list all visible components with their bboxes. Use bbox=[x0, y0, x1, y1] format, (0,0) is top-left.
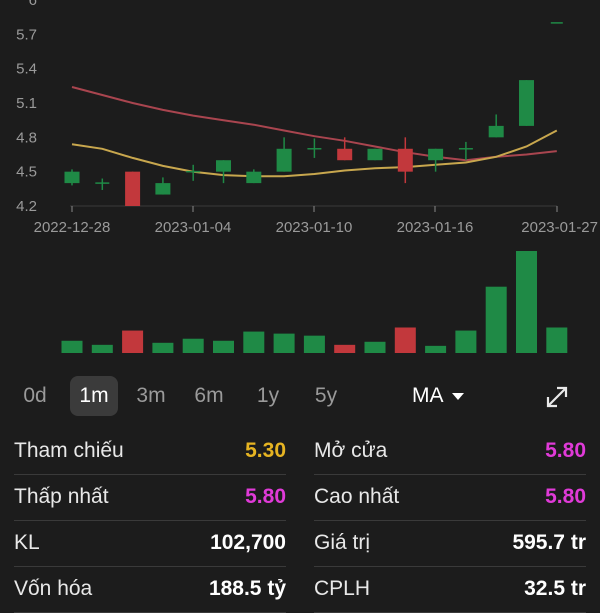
volume-bar bbox=[152, 342, 174, 353]
candle-body bbox=[428, 148, 444, 161]
range-tab-1m[interactable]: 1m bbox=[70, 376, 118, 416]
stat-value: 5.80 bbox=[545, 485, 586, 508]
candle-body bbox=[519, 80, 534, 126]
stats-row: Tham chiếu 5.30 Mở cửa 5.80 bbox=[0, 428, 600, 475]
stat-high-price: Cao nhất 5.80 bbox=[314, 474, 586, 521]
candle-body bbox=[125, 171, 141, 206]
volume-bar bbox=[425, 345, 447, 353]
y-tick-label: 4.5 bbox=[16, 164, 37, 181]
candle-body bbox=[246, 171, 262, 184]
range-tab-5y[interactable]: 5y bbox=[303, 376, 349, 416]
candle-body bbox=[488, 125, 504, 138]
price-chart[interactable]: 6 5.7 5.4 5.1 4.8 4.5 4.2 2022-12-28 2023-01-04 2… bbox=[0, 0, 600, 360]
indicator-label: MA bbox=[412, 384, 444, 407]
volume-bar bbox=[122, 330, 144, 353]
volume-bar bbox=[273, 333, 295, 353]
stat-value: 5.80 bbox=[245, 485, 286, 508]
y-tick-label: 5.4 bbox=[16, 61, 37, 78]
volume-bar bbox=[394, 327, 416, 353]
volume-bar bbox=[91, 344, 113, 353]
stat-label: Vốn hóa bbox=[14, 577, 93, 600]
volume-bar bbox=[243, 331, 265, 353]
x-tick-label: 2023-01-27 bbox=[521, 219, 598, 236]
stat-value: 188.5 tỷ bbox=[208, 577, 286, 600]
volume-bar bbox=[303, 335, 325, 353]
stat-trade-value: Giá trị 595.7 tr bbox=[314, 520, 586, 567]
stat-label: Giá trị bbox=[314, 531, 371, 554]
stats-row: Vốn hóa 188.5 tỷ CPLH 32.5 tr bbox=[0, 566, 600, 613]
candle-body bbox=[337, 148, 353, 161]
candle-body bbox=[276, 148, 292, 172]
x-tick-label: 2023-01-10 bbox=[276, 219, 353, 236]
stat-label: Thấp nhất bbox=[14, 485, 109, 508]
stat-value: 595.7 tr bbox=[512, 531, 586, 554]
volume-bar bbox=[182, 338, 204, 353]
stat-market-cap: Vốn hóa 188.5 tỷ bbox=[14, 566, 286, 613]
volume-bar bbox=[334, 344, 356, 353]
stat-open-price: Mở cửa 5.80 bbox=[314, 428, 586, 475]
volume-bar bbox=[364, 341, 386, 353]
stat-label: Tham chiếu bbox=[14, 439, 124, 462]
volume-bar bbox=[485, 286, 507, 353]
y-tick-label: 4.8 bbox=[16, 129, 37, 146]
stats-row: KL 102,700 Giá trị 595.7 tr bbox=[0, 520, 600, 567]
y-tick-label: 5.1 bbox=[16, 95, 37, 112]
stat-label: CPLH bbox=[314, 577, 371, 600]
stat-value: 102,700 bbox=[210, 531, 286, 554]
caret-down-icon bbox=[451, 392, 464, 400]
candle-body bbox=[64, 171, 80, 184]
range-tab-6m[interactable]: 6m bbox=[186, 376, 232, 416]
range-tab-1y[interactable]: 1y bbox=[245, 376, 291, 416]
range-tab-0d[interactable]: 0d bbox=[12, 376, 58, 416]
candle-body bbox=[155, 183, 171, 195]
x-tick-label: 2023-01-04 bbox=[155, 219, 232, 236]
stat-reference-price: Tham chiếu 5.30 bbox=[14, 428, 286, 475]
indicator-dropdown[interactable]: MA bbox=[412, 376, 464, 416]
stat-value: 5.30 bbox=[245, 439, 286, 462]
stat-shares-outstanding: CPLH 32.5 tr bbox=[314, 566, 586, 613]
x-tick-label: 2022-12-28 bbox=[34, 219, 111, 236]
stats-row: Thấp nhất 5.80 Cao nhất 5.80 bbox=[0, 474, 600, 521]
volume-bar bbox=[213, 340, 234, 353]
volume-bar bbox=[546, 327, 568, 353]
candle-body bbox=[397, 148, 413, 172]
y-tick-label: 6 bbox=[29, 0, 37, 9]
x-tick-label: 2023-01-16 bbox=[397, 219, 474, 236]
stat-label: Mở cửa bbox=[314, 439, 388, 462]
stat-low-price: Thấp nhất 5.80 bbox=[14, 474, 286, 521]
stat-label: Cao nhất bbox=[314, 485, 400, 508]
stat-value: 5.80 bbox=[545, 439, 586, 462]
range-selector: 0d 1m 3m 6m 1y 5y MA bbox=[0, 372, 600, 420]
y-tick-label: 4.2 bbox=[16, 198, 37, 215]
y-tick-label: 5.7 bbox=[16, 26, 37, 43]
stat-value: 32.5 tr bbox=[524, 577, 586, 600]
volume-bar bbox=[516, 251, 537, 353]
range-tab-3m[interactable]: 3m bbox=[128, 376, 174, 416]
candle-body bbox=[367, 148, 383, 161]
volume-bar bbox=[61, 340, 83, 353]
volume-bar bbox=[455, 330, 477, 353]
candle-body bbox=[216, 160, 231, 172]
stat-label: KL bbox=[14, 531, 40, 554]
price-chart-svg[interactable]: 6 5.7 5.4 5.1 4.8 4.5 4.2 2022-12-28 2023-01-04 2… bbox=[0, 0, 600, 360]
stat-volume: KL 102,700 bbox=[14, 520, 286, 567]
expand-icon[interactable] bbox=[544, 384, 570, 410]
